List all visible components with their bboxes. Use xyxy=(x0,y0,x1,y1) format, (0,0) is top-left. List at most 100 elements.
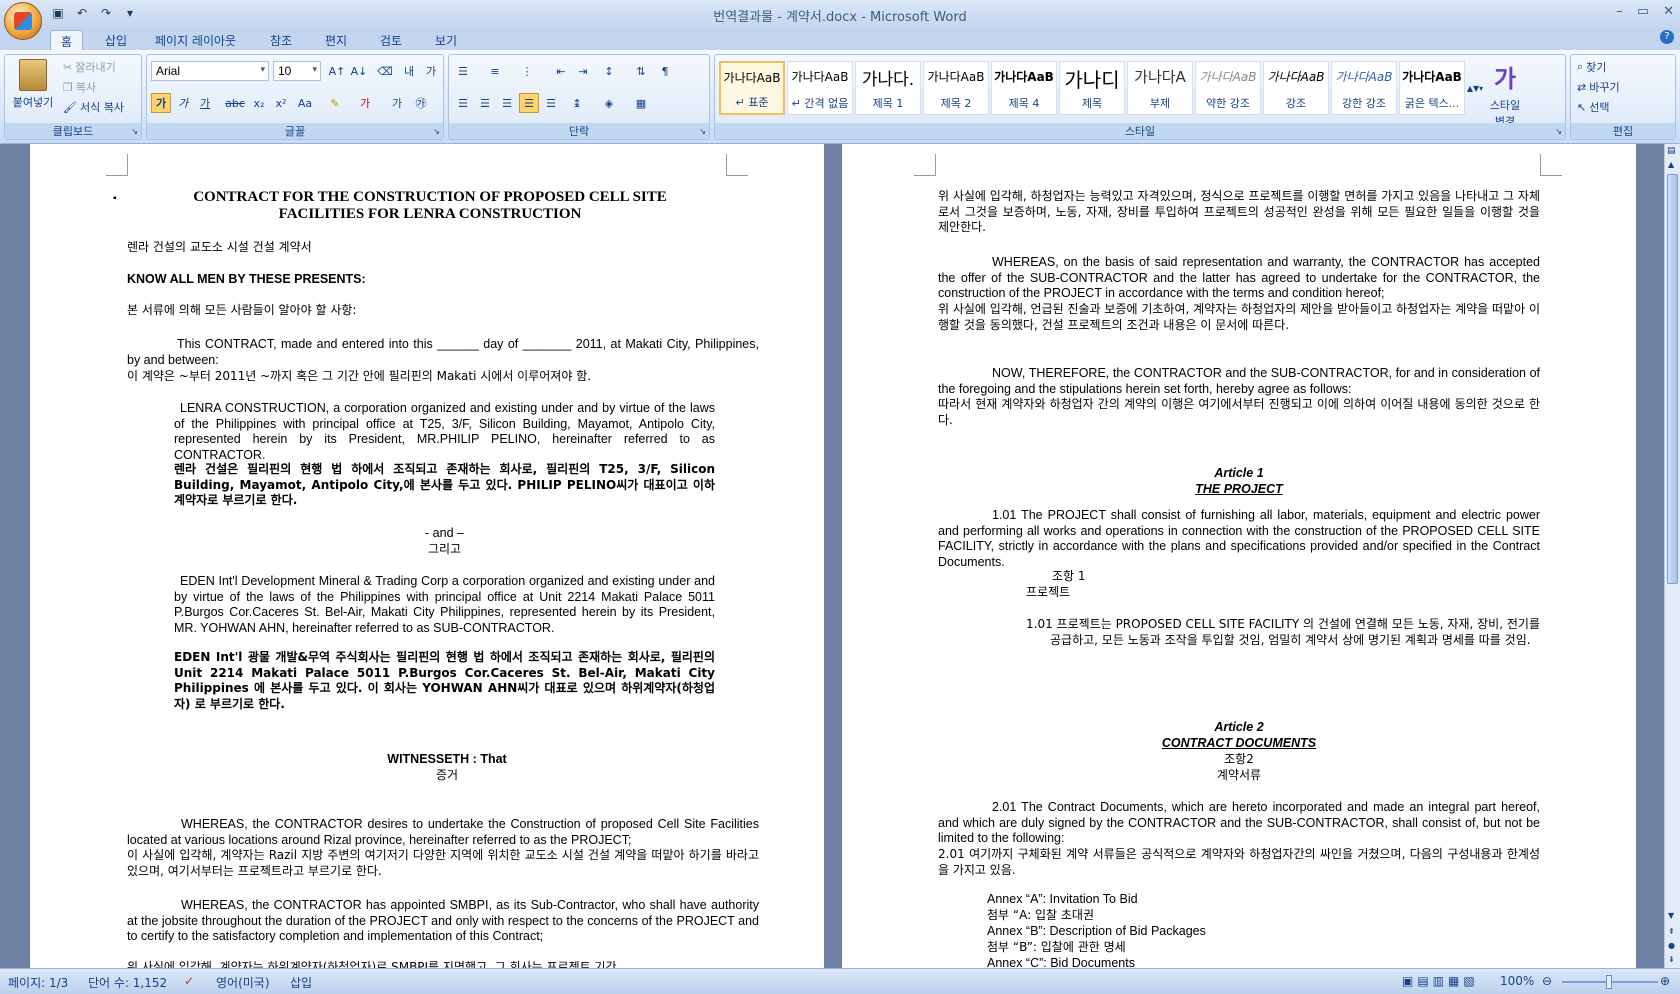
char-border-icon[interactable]: 가 xyxy=(421,61,441,81)
format-painter-button[interactable]: 🖌 서식 복사 xyxy=(63,99,124,115)
tab-home[interactable]: 홈 xyxy=(50,30,84,50)
ko-now-therefore: 따라서 현재 계약자와 하청업자 간의 계약의 이행은 여기에서부터 진행되고 … xyxy=(938,397,1540,427)
highlight-icon[interactable]: ✎ xyxy=(325,93,345,113)
page-indicator[interactable]: 페이지: 1/3 xyxy=(8,974,68,991)
maximize-button[interactable]: ▭ xyxy=(1637,4,1649,19)
style-subtle-emphasis[interactable]: 가나다AaB 약한 강조 xyxy=(1195,61,1261,115)
zoom-slider-thumb[interactable] xyxy=(1606,975,1612,989)
shading-icon[interactable]: ◈ xyxy=(599,93,619,113)
style-heading-1[interactable]: 가나다. 제목 1 xyxy=(855,61,921,115)
tab-mailings[interactable]: 편지 xyxy=(315,30,357,50)
superscript-icon[interactable]: x² xyxy=(271,93,291,113)
style-heading-2[interactable]: 가나다AaB 제목 2 xyxy=(923,61,989,115)
find-button[interactable]: ⌕ 찾기 xyxy=(1577,59,1606,75)
style-strong[interactable]: 가나다AaB 굵은 텍스... xyxy=(1399,61,1465,115)
replace-button[interactable]: ⇄ 바꾸기 xyxy=(1577,79,1620,95)
annex-b: Annex “B”: Description of Bid Packages xyxy=(987,924,1206,938)
ruler-toggle-icon[interactable]: ▤ xyxy=(1667,146,1676,156)
vertical-scrollbar[interactable]: ▤ ▲ ▼ ⇞ ● ⇟ xyxy=(1664,144,1680,968)
styles-launcher-icon[interactable]: ↘ xyxy=(1555,127,1562,136)
subscript-icon[interactable]: x₂ xyxy=(249,93,269,113)
proofing-icon[interactable]: ✓ xyxy=(184,974,194,988)
font-size-dropdown[interactable]: 10 xyxy=(273,61,321,81)
styles-scroll-icon[interactable]: ▲▼▾ xyxy=(1467,61,1483,115)
underline-icon[interactable]: 가 xyxy=(195,93,215,113)
zoom-out-icon[interactable]: ⊖ xyxy=(1542,974,1552,988)
whereas-1-paragraph: WHEREAS, the CONTRACTOR desires to under… xyxy=(127,817,759,847)
sort-icon[interactable]: ⇅ xyxy=(631,61,651,81)
office-button[interactable] xyxy=(4,2,42,40)
enclose-char-icon[interactable]: ㉮ xyxy=(411,93,431,113)
copy-button[interactable]: ❐ 복사 xyxy=(63,79,96,95)
scroll-up-icon[interactable]: ▲ xyxy=(1668,160,1674,169)
style-normal[interactable]: 가나다AaB ↵ 표준 xyxy=(719,61,785,115)
close-button[interactable]: ✕ xyxy=(1663,4,1674,19)
font-color-icon[interactable]: 가 xyxy=(355,93,375,113)
tab-insert[interactable]: 삽입 xyxy=(95,30,137,50)
font-launcher-icon[interactable]: ↘ xyxy=(433,127,440,136)
language-indicator[interactable]: 영어(미국) xyxy=(216,974,270,991)
document-page-1[interactable]: CONTRACT FOR THE CONSTRUCTION OF PROPOSE… xyxy=(30,144,824,968)
ko-eden: EDEN Int'l 광물 개발&무역 주식회사는 필리핀의 현행 법 하에서 … xyxy=(174,650,715,711)
italic-icon[interactable]: 가 xyxy=(173,93,193,113)
style-title[interactable]: 가나디 제목 xyxy=(1059,61,1125,115)
paragraph-launcher-icon[interactable]: ↘ xyxy=(699,127,706,136)
scroll-down-icon[interactable]: ▼ xyxy=(1668,911,1674,920)
word-count[interactable]: 단어 수: 1,152 xyxy=(88,974,167,991)
bullets-icon[interactable]: ☰ xyxy=(453,61,473,81)
style-no-spacing[interactable]: 가나다AaB ↵ 간격 없음 xyxy=(787,61,853,115)
minimize-button[interactable]: – xyxy=(1616,4,1623,19)
view-buttons-icon[interactable]: ▣▤▥▦▧ xyxy=(1402,974,1479,988)
tab-view[interactable]: 보기 xyxy=(425,30,467,50)
text-direction-icon[interactable]: ↕ xyxy=(599,61,619,81)
align-right-icon[interactable]: ☰ xyxy=(497,93,517,113)
status-bar: 페이지: 1/3 단어 수: 1,152 ✓ 영어(미국) 삽입 ▣▤▥▦▧ 1… xyxy=(0,968,1680,994)
style-emphasis[interactable]: 가나다AaB 강조 xyxy=(1263,61,1329,115)
show-marks-icon[interactable]: ¶ xyxy=(655,61,675,81)
line-spacing-icon[interactable]: ↨ xyxy=(567,93,587,113)
scrollbar-thumb[interactable] xyxy=(1667,174,1678,584)
align-center-icon[interactable]: ☰ xyxy=(475,93,495,113)
zoom-level[interactable]: 100% xyxy=(1500,974,1534,988)
help-icon[interactable]: ? xyxy=(1660,30,1674,44)
next-page-icon[interactable]: ⇟ xyxy=(1668,955,1675,964)
font-name-dropdown[interactable]: Arial xyxy=(151,61,269,81)
browse-object-icon[interactable]: ● xyxy=(1668,941,1675,950)
style-heading-4[interactable]: 가나다AaB 제목 4 xyxy=(991,61,1057,115)
change-styles-button[interactable]: 가 스타일 변경 xyxy=(1485,59,1525,129)
zoom-in-icon[interactable]: ⊕ xyxy=(1660,974,1670,988)
shrink-font-icon[interactable]: A↓ xyxy=(349,61,369,81)
tab-page-layout[interactable]: 페이지 레이아웃 xyxy=(145,30,246,50)
style-subtitle[interactable]: 가나다A 부제 xyxy=(1127,61,1193,115)
align-left-icon[interactable]: ☰ xyxy=(453,93,473,113)
numbering-icon[interactable]: ≡ xyxy=(485,61,505,81)
bold-icon[interactable]: 가 xyxy=(151,93,171,113)
change-case-icon[interactable]: Aa xyxy=(295,93,315,113)
char-shading-icon[interactable]: 가 xyxy=(387,93,407,113)
phonetic-guide-icon[interactable]: 내 xyxy=(399,61,419,81)
prev-page-icon[interactable]: ⇞ xyxy=(1668,927,1675,936)
clear-format-icon[interactable]: ⌫ xyxy=(375,61,395,81)
clipboard-launcher-icon[interactable]: ↘ xyxy=(131,127,138,136)
distribute-icon[interactable]: ☰ xyxy=(541,93,561,113)
insert-mode-indicator[interactable]: 삽입 xyxy=(290,974,312,991)
clipboard-group: 붙여넣기 ✂ 잘라내기 ❐ 복사 🖌 서식 복사 클립보드 ↘ xyxy=(4,54,142,140)
cut-button[interactable]: ✂ 잘라내기 xyxy=(63,59,116,75)
margin-corner-mark xyxy=(726,154,748,176)
decrease-indent-icon[interactable]: ⇤ xyxy=(551,61,571,81)
justify-icon[interactable]: ☰ xyxy=(519,93,539,113)
select-button[interactable]: ↖ 선택 xyxy=(1577,99,1609,115)
tab-references[interactable]: 참조 xyxy=(260,30,302,50)
grow-font-icon[interactable]: A↑ xyxy=(327,61,347,81)
strikethrough-icon[interactable]: abc xyxy=(225,93,245,113)
borders-icon[interactable]: ▦ xyxy=(631,93,651,113)
tab-review[interactable]: 검토 xyxy=(370,30,412,50)
scissors-icon: ✂ xyxy=(63,60,73,74)
paste-button[interactable]: 붙여넣기 xyxy=(11,59,55,119)
document-page-2[interactable]: 위 사실에 입각해, 하청업자는 능력있고 자격있으며, 정식으로 프로젝트를 … xyxy=(842,144,1636,968)
and-separator: - and – xyxy=(425,526,464,540)
increase-indent-icon[interactable]: ⇥ xyxy=(573,61,593,81)
multilevel-list-icon[interactable]: ⋮ xyxy=(517,61,537,81)
brush-icon: 🖌 xyxy=(63,100,77,114)
style-intense-emphasis[interactable]: 가나다AaB 강한 강조 xyxy=(1331,61,1397,115)
